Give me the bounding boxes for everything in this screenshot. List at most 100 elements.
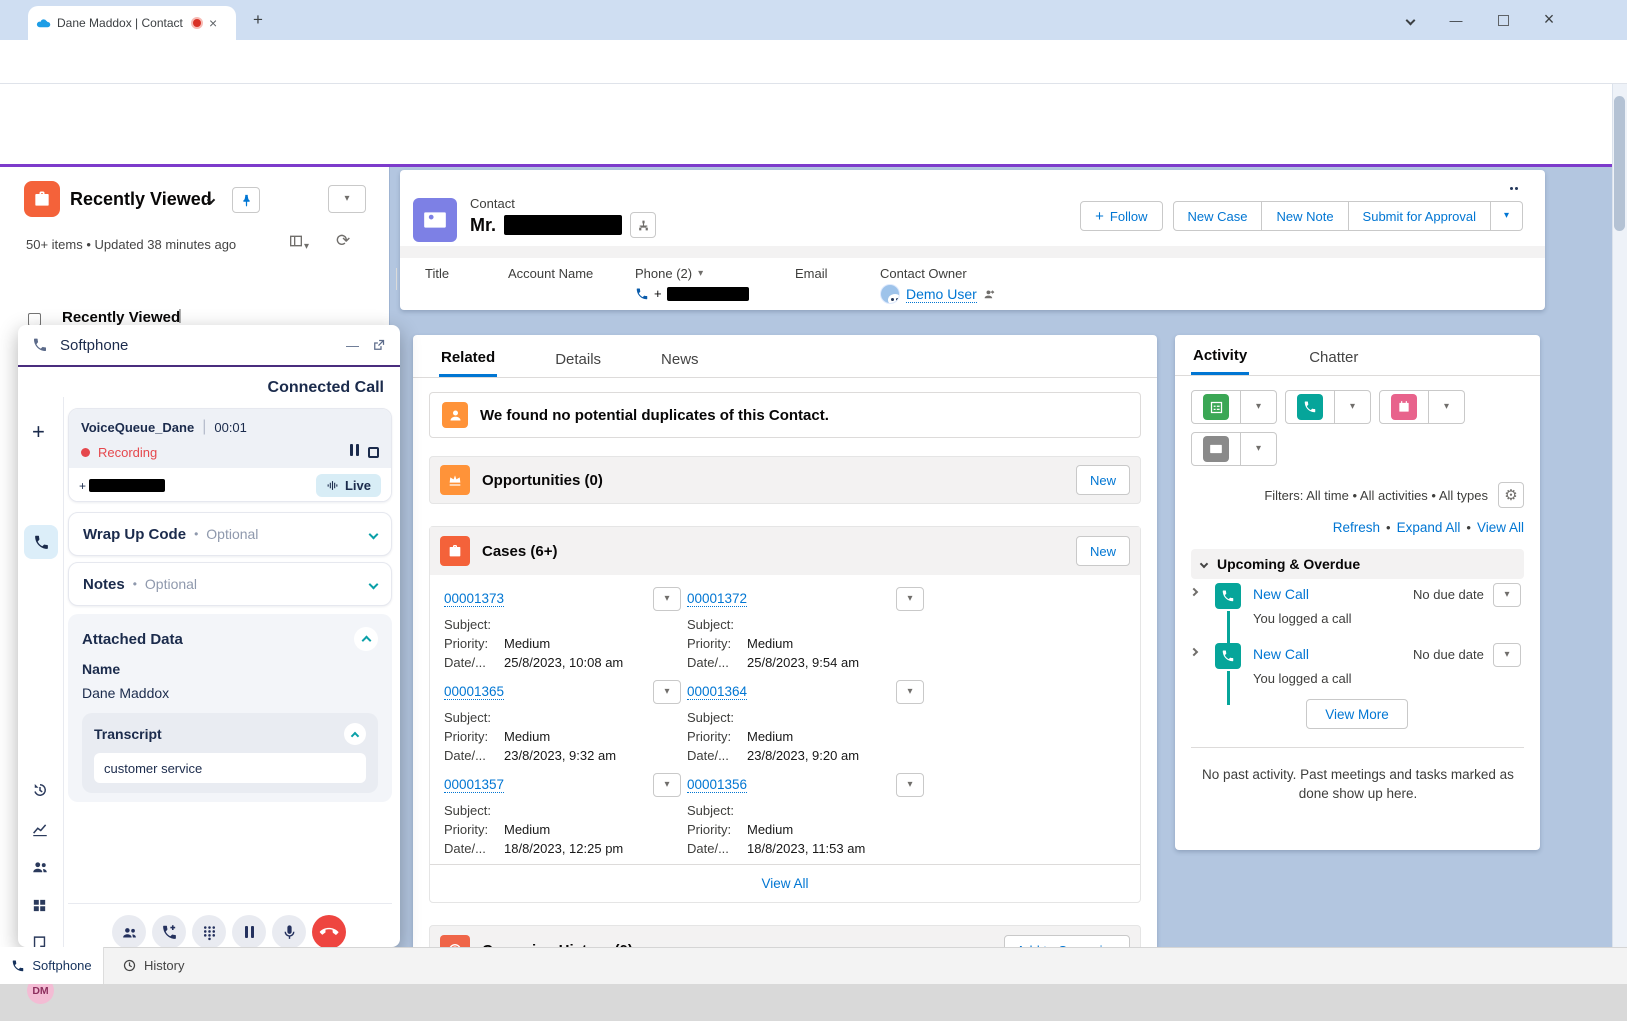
case-actions-button[interactable]: ▾ xyxy=(896,587,924,611)
activity-item-actions-button[interactable]: ▾ xyxy=(1493,583,1521,607)
activity-filter-gear-button[interactable]: ⚙ xyxy=(1498,482,1524,508)
page-scrollbar-thumb[interactable] xyxy=(1614,96,1625,231)
utility-softphone-tab[interactable]: Softphone xyxy=(0,947,104,984)
case-number-link[interactable]: 00001373 xyxy=(444,591,504,607)
section-collapse-icon[interactable] xyxy=(1200,560,1208,568)
change-owner-icon[interactable] xyxy=(983,288,996,301)
case-number-link[interactable]: 00001372 xyxy=(687,591,747,607)
display-as-icon[interactable]: ▾ xyxy=(288,233,309,254)
cases-icon xyxy=(440,536,470,566)
browser-tab[interactable]: Dane Maddox | Contact | Sal × xyxy=(28,6,236,40)
more-actions-dropdown-button[interactable]: ▾ xyxy=(1491,201,1523,231)
call-timer: 00:01 xyxy=(214,420,247,435)
owner-link[interactable]: Demo User xyxy=(906,286,977,303)
window-minimize-button[interactable]: — xyxy=(1443,8,1469,32)
cases-new-button[interactable]: New xyxy=(1076,536,1130,566)
expand-item-icon[interactable] xyxy=(1191,649,1197,655)
case-actions-button[interactable]: ▾ xyxy=(653,773,681,797)
window-close-button[interactable]: × xyxy=(1536,6,1562,32)
attached-collapse-icon[interactable] xyxy=(354,627,378,651)
stop-recording-icon[interactable] xyxy=(368,447,379,458)
new-task-button[interactable] xyxy=(1191,390,1241,424)
new-call-plus-icon[interactable]: + xyxy=(32,419,45,445)
utility-history-tab[interactable]: History xyxy=(112,947,194,984)
tab-news[interactable]: News xyxy=(659,343,701,376)
log-a-call-button[interactable] xyxy=(1285,390,1335,424)
new-case-button[interactable]: New Case xyxy=(1173,201,1263,231)
activity-divider xyxy=(1191,747,1524,748)
conference-button[interactable] xyxy=(112,915,146,949)
call-icon xyxy=(1297,394,1323,420)
opportunities-new-button[interactable]: New xyxy=(1076,465,1130,495)
pin-list-button[interactable] xyxy=(232,187,260,213)
view-hierarchy-button[interactable] xyxy=(630,212,656,238)
owner-avatar xyxy=(880,284,900,304)
list-view-dropdown-icon[interactable] xyxy=(208,197,214,203)
activity-panel: Activity Chatter ▾ ▾ ▾ ▾ Filters: xyxy=(1175,335,1540,850)
softphone-minimize-icon[interactable]: — xyxy=(346,338,359,353)
case-number-link[interactable]: 00001364 xyxy=(687,684,747,700)
new-tab-button[interactable]: + xyxy=(253,10,263,30)
refresh-link[interactable]: Refresh xyxy=(1333,520,1380,535)
task-dropdown-button[interactable]: ▾ xyxy=(1241,390,1277,424)
upcoming-overdue-section[interactable]: Upcoming & Overdue xyxy=(1191,549,1524,579)
tab-related[interactable]: Related xyxy=(439,341,497,377)
opportunity-icon xyxy=(440,465,470,495)
follow-button[interactable]: + Follow xyxy=(1080,201,1162,231)
list-refresh-icon[interactable]: ⟳ xyxy=(336,231,350,251)
window-maximize-button[interactable] xyxy=(1490,8,1516,32)
new-event-button[interactable] xyxy=(1379,390,1429,424)
wrapup-expand-icon[interactable] xyxy=(369,529,379,539)
rail-phone-icon[interactable] xyxy=(24,525,58,559)
notes-expand-icon[interactable] xyxy=(369,579,379,589)
activity-filters-summary: Filters: All time • All activities • All… xyxy=(1264,488,1488,503)
end-call-button[interactable] xyxy=(312,915,346,949)
list-view-title[interactable]: Recently Viewed xyxy=(70,189,212,210)
case-actions-button[interactable]: ▾ xyxy=(896,680,924,704)
rail-history-icon[interactable] xyxy=(31,781,49,804)
event-dropdown-button[interactable]: ▾ xyxy=(1429,390,1465,424)
email-button[interactable] xyxy=(1191,432,1241,466)
expand-all-link[interactable]: Expand All xyxy=(1397,520,1461,535)
call-dropdown-button[interactable]: ▾ xyxy=(1335,390,1371,424)
view-more-button[interactable]: View More xyxy=(1306,699,1408,729)
activity-item-title[interactable]: New Call xyxy=(1253,646,1309,662)
activity-item-title[interactable]: New Call xyxy=(1253,586,1309,602)
tab-details[interactable]: Details xyxy=(553,343,603,376)
notes-section[interactable]: Notes • Optional xyxy=(68,562,392,606)
case-number-link[interactable]: 00001357 xyxy=(444,777,504,793)
mute-button[interactable] xyxy=(272,915,306,949)
dialpad-button[interactable] xyxy=(192,915,226,949)
activity-item-actions-button[interactable]: ▾ xyxy=(1493,643,1521,667)
new-note-button[interactable]: New Note xyxy=(1262,201,1348,231)
case-actions-button[interactable]: ▾ xyxy=(653,587,681,611)
case-number-link[interactable]: 00001356 xyxy=(687,777,747,793)
pause-recording-icon[interactable] xyxy=(348,443,360,461)
opportunities-title[interactable]: Opportunities (0) xyxy=(482,472,603,489)
rail-analytics-icon[interactable] xyxy=(31,820,49,843)
tab-activity[interactable]: Activity xyxy=(1191,339,1249,375)
contact-entity-icon xyxy=(413,198,457,242)
add-call-button[interactable] xyxy=(152,915,186,949)
cases-view-all-link[interactable]: View All xyxy=(761,876,808,891)
case-actions-button[interactable]: ▾ xyxy=(896,773,924,797)
window-tab-search-icon[interactable] xyxy=(1398,12,1422,28)
hold-button[interactable] xyxy=(232,915,266,949)
contact-highlights-panel: Contact Mr. + Follow New Case New Note S… xyxy=(400,170,1545,310)
phone-dropdown-icon[interactable]: ▾ xyxy=(698,269,703,279)
wrap-up-code-section[interactable]: Wrap Up Code • Optional xyxy=(68,512,392,556)
view-all-link[interactable]: View All xyxy=(1477,520,1524,535)
rail-apps-grid-icon[interactable] xyxy=(31,897,48,919)
list-actions-dropdown-button[interactable]: ▾ xyxy=(328,185,366,213)
case-actions-button[interactable]: ▾ xyxy=(653,680,681,704)
tab-close-icon[interactable]: × xyxy=(209,15,217,31)
case-number-link[interactable]: 00001365 xyxy=(444,684,504,700)
email-dropdown-button[interactable]: ▾ xyxy=(1241,432,1277,466)
rail-contacts-icon[interactable] xyxy=(31,858,49,881)
softphone-popout-icon[interactable] xyxy=(371,338,386,353)
expand-item-icon[interactable] xyxy=(1191,589,1197,595)
cases-title[interactable]: Cases (6+) xyxy=(482,543,557,560)
transcript-collapse-icon[interactable] xyxy=(344,723,366,745)
submit-for-approval-button[interactable]: Submit for Approval xyxy=(1349,201,1491,231)
tab-chatter[interactable]: Chatter xyxy=(1307,341,1360,374)
